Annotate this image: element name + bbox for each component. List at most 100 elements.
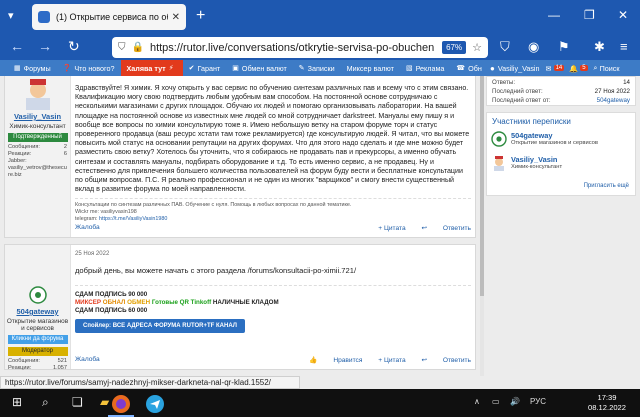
close-tab-icon[interactable]: ✕ <box>172 12 180 23</box>
url-bar[interactable]: ⛉ 🔒 https://rutor.live/conversations/otk… <box>112 37 488 58</box>
maximize-icon[interactable]: ❐ <box>584 8 595 22</box>
windows-start-icon[interactable]: ⊞ <box>12 395 22 409</box>
ad-obmen: ОБМЕН <box>127 299 151 307</box>
window-close-icon[interactable]: ✕ <box>618 8 628 22</box>
participant-avatar[interactable] <box>491 131 507 147</box>
telegram-icon[interactable] <box>144 393 166 415</box>
report-link[interactable]: Жалоба <box>75 356 100 363</box>
forum-badge: Кликни да форума <box>7 335 68 344</box>
new-tab-icon[interactable]: + <box>196 7 205 25</box>
nav-notes[interactable]: ✎ Записки <box>293 60 341 76</box>
firefox-icon[interactable] <box>110 393 132 415</box>
lock-icon[interactable]: 🔒 <box>132 42 144 53</box>
search-icon[interactable]: ⌕ <box>594 63 598 73</box>
mail-badge: 14 <box>553 65 565 71</box>
spoiler-button[interactable]: Спойлер: ВСЕ АДРЕСА ФОРУМА RUTOR+TF КАНА… <box>75 319 245 334</box>
volume-icon[interactable]: 🔊 <box>510 397 520 406</box>
check-icon: ✔ <box>188 65 195 72</box>
last-poster-link[interactable]: 504gateway <box>597 97 630 104</box>
post-signature: Консультации по синтезам различных ПАВ. … <box>75 198 471 223</box>
post-date[interactable]: 25 Ноя 2022 <box>75 245 471 257</box>
nav-mixer[interactable]: Миксер валют <box>341 60 400 76</box>
author-name[interactable]: Vasiliy_Vasin <box>5 112 70 121</box>
like-link[interactable]: 👍 Нравится <box>309 357 362 364</box>
lightning-icon: ⚡ <box>168 65 174 72</box>
nav-obnal[interactable]: ☎ Обн <box>450 60 487 76</box>
reload-icon[interactable]: ↻ <box>68 38 80 55</box>
message-post: Vasiliy_Vasin Химик-консультант Подтверж… <box>4 76 476 238</box>
search-link[interactable]: Поиск <box>600 64 620 73</box>
stat-label: Сообщения: <box>8 358 40 364</box>
quote-link[interactable]: + Цитата <box>378 225 405 232</box>
stat-label: Сообщения: <box>8 144 40 150</box>
ad-line: СДАМ ПОДПИСЬ 90 000 <box>75 291 148 299</box>
zoom-level-button[interactable]: 67% <box>442 41 467 54</box>
reply-label: Ответить <box>442 225 471 232</box>
nav-freebies[interactable]: Халява тут ⚡ <box>120 60 183 76</box>
author-name[interactable]: 504gateway <box>5 307 70 316</box>
reply-link[interactable]: ↩ Ответить <box>421 357 471 364</box>
participant-name[interactable]: Vasiliy_Vasin <box>511 154 635 164</box>
invite-link[interactable]: Пригласить ещё <box>584 183 629 189</box>
author-stats: Сообщения: 2 Реакции: 6 Jabber: vasiliy_ve… <box>5 144 70 179</box>
report-link[interactable]: Жалоба <box>75 224 100 231</box>
page-scrollbar[interactable] <box>480 76 484 376</box>
vpn-icon[interactable]: ⚑ <box>558 39 570 55</box>
back-icon[interactable]: ← <box>10 38 24 54</box>
reply-label: Ответить <box>442 357 471 364</box>
nav-forums[interactable]: ▦ Форумы <box>8 60 57 76</box>
nav-exchange[interactable]: ▣ Обмен валют <box>226 60 293 76</box>
post-text: Здравствуйте! Я химик. Я хочу открыть у … <box>75 84 470 194</box>
network-icon[interactable]: ▭ <box>492 397 500 406</box>
telegram-link[interactable]: https://t.me/VasiliyVasin1980 <box>99 216 167 222</box>
post-body: 25 Ноя 2022 добрый день, вы можете начат… <box>75 245 471 369</box>
ad-line: СДАМ ПОДПИСЬ 60 000 <box>75 307 148 315</box>
nav-label: Обмен валют <box>241 63 287 73</box>
question-icon: ❓ <box>62 65 72 72</box>
stat-label: Ответы: <box>492 79 516 86</box>
bookmark-star-icon[interactable]: ☆ <box>472 41 482 54</box>
shield-icon[interactable]: ⛉ <box>118 42 126 53</box>
forums-icon: ▦ <box>14 65 21 72</box>
participants-title: Участники переписки <box>492 117 571 126</box>
tray-overflow-icon[interactable]: ∧ <box>474 397 480 406</box>
stat-value: 2 <box>63 144 67 150</box>
quote-link[interactable]: + Цитата <box>378 357 405 364</box>
account-icon[interactable]: ◉ <box>528 39 539 55</box>
file-explorer-icon[interactable]: ▰ <box>100 395 109 409</box>
participant-name[interactable]: 504gateway <box>511 130 635 140</box>
ad-mixer: МИКСЕР <box>75 299 102 307</box>
author-title: Химик-консультант <box>9 123 66 130</box>
language-indicator[interactable]: РУС <box>530 397 546 406</box>
task-view-icon[interactable]: ❏ <box>72 395 83 409</box>
participant-avatar[interactable] <box>491 155 507 171</box>
forward-icon[interactable]: → <box>38 38 52 54</box>
browser-tabstrip: ▾ (1) Открытие сервиса по обучени ✕ + — … <box>0 0 640 34</box>
user-menu-link[interactable]: Vasiliy_Vasin <box>498 64 540 73</box>
pocket-icon[interactable]: ⛉ <box>500 39 510 55</box>
extensions-icon[interactable]: ✱ <box>594 39 605 55</box>
participant-item[interactable]: Vasiliy_Vasin Химик-консультант <box>487 154 635 178</box>
tab-title: (1) Открытие сервиса по обучени <box>56 12 168 22</box>
reply-link[interactable]: ↩ Ответить <box>421 225 471 232</box>
mail-icon[interactable]: ✉ <box>546 64 552 73</box>
minimize-icon[interactable]: — <box>548 8 560 22</box>
search-icon[interactable]: ⌕ <box>42 395 49 410</box>
user-nav: ● Vasiliy_Vasin ✉ 14 🔔 5 ⌕ Поиск <box>486 60 640 76</box>
user-avatar-icon: ● <box>490 63 495 73</box>
author-avatar[interactable] <box>28 285 48 305</box>
nav-escrow[interactable]: ✔ Гарант <box>183 60 227 76</box>
nav-whats-new[interactable]: ❓ Что нового? <box>57 60 121 76</box>
browser-tab[interactable]: (1) Открытие сервиса по обучени ✕ <box>32 4 186 30</box>
participant-item[interactable]: 504gateway Открытие магазинов и сервисов <box>487 130 635 154</box>
system-clock[interactable]: 17:39 08.12.2022 <box>588 393 626 413</box>
author-avatar[interactable] <box>15 76 60 110</box>
stat-label: Последний ответ: <box>492 88 543 95</box>
scrollbar-thumb[interactable] <box>480 76 484 296</box>
menu-icon[interactable]: ≡ <box>620 39 628 54</box>
moderator-badge: Модератор <box>7 347 68 356</box>
url-text[interactable]: https://rutor.live/conversations/otkryti… <box>150 42 438 54</box>
nav-ads[interactable]: ▧ Реклама <box>400 60 450 76</box>
bell-icon[interactable]: 🔔 <box>569 64 578 73</box>
tab-list-icon[interactable]: ▾ <box>8 9 14 22</box>
